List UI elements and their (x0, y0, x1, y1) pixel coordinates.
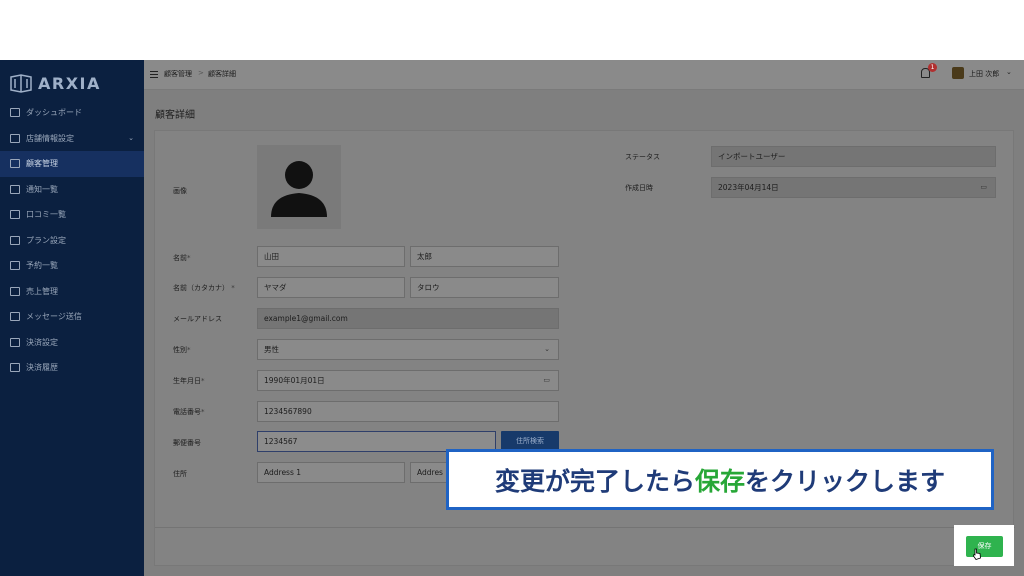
mail-icon (10, 312, 20, 322)
gender-select[interactable]: 男性 ⌄ (257, 339, 559, 360)
gender-label: 性別* (173, 346, 191, 354)
chevron-down-icon[interactable]: ⌄ (1006, 68, 1012, 76)
sidebar-item-5[interactable]: プラン設定 (0, 228, 144, 254)
first-name-kana-input[interactable]: タロウ (410, 277, 559, 298)
dashboard-icon (10, 108, 20, 118)
sidebar-nav: ダッシュボード 店舗情報設定 ⌄ 顧客管理通知一覧口コミ一覧プラン設定予約一覧売上管理… (0, 100, 144, 381)
address1-input[interactable]: Address 1 (257, 462, 405, 483)
review-icon (10, 210, 20, 220)
address-label: 住所 (173, 470, 187, 478)
profile-photo[interactable] (257, 145, 341, 229)
name-label: 名前* (173, 254, 191, 262)
birthdate-input[interactable]: 1990年01月01日 ▭ (257, 370, 559, 391)
calendar-icon: ▭ (980, 183, 987, 191)
sidebar-item-label: 売上管理 (26, 286, 58, 296)
zip-label: 郵便番号 (173, 439, 201, 447)
person-icon (271, 161, 327, 217)
created-label: 作成日時 (625, 184, 653, 192)
users-icon (10, 159, 20, 169)
image-label: 画像 (173, 187, 187, 195)
breadcrumb-item-detail: 顧客詳細 (208, 70, 236, 78)
sidebar-item-label: 店舗情報設定 (26, 133, 74, 143)
sidebar-item-label: 決済履歴 (26, 363, 58, 373)
kana-label: 名前（カタカナ） * (173, 284, 235, 292)
sidebar-item-8[interactable]: メッセージ送信 (0, 304, 144, 330)
sidebar-item-label: 通知一覧 (26, 184, 58, 194)
callout-text-before: 変更が完了したら (494, 466, 695, 496)
history-icon (10, 363, 20, 373)
sidebar-item-9[interactable]: 決済設定 (0, 330, 144, 356)
sidebar-item-label: 決済設定 (26, 337, 58, 347)
calendar-icon (10, 261, 20, 271)
sidebar-item-2[interactable]: 顧客管理 (0, 151, 144, 177)
plan-icon (10, 235, 20, 245)
sidebar-item-6[interactable]: 予約一覧 (0, 253, 144, 279)
sidebar: ARXIA ダッシュボード 店舗情報設定 ⌄ 顧客管理通知一覧口コミ一覧プラン設定予約… (0, 60, 144, 576)
menu-toggle-icon[interactable] (150, 71, 158, 78)
callout-text-after: をクリックします (745, 466, 946, 496)
chevron-down-icon[interactable]: ⌄ (128, 134, 134, 142)
email-field: example1@gmail.com (257, 308, 559, 329)
chevron-down-icon: ⌄ (544, 345, 550, 353)
sidebar-item-1[interactable]: 店舗情報設定 ⌄ (0, 126, 144, 152)
phone-label: 電話番号* (173, 408, 205, 416)
hand-cursor-icon (973, 548, 981, 560)
first-name-input[interactable]: 太郎 (410, 246, 559, 267)
sidebar-item-label: ダッシュボード (26, 108, 82, 118)
notification-badge: 1 (928, 63, 937, 72)
brand-logo[interactable]: ARXIA (10, 68, 101, 98)
email-label: メールアドレス (173, 315, 222, 323)
gender-value: 男性 (264, 345, 279, 354)
sidebar-item-label: 顧客管理 (26, 159, 58, 169)
card-icon (10, 337, 20, 347)
breadcrumb-item-customers[interactable]: 顧客管理 (164, 69, 192, 79)
avatar[interactable] (952, 67, 964, 79)
divider (155, 527, 1015, 528)
status-label: ステータス (625, 153, 660, 161)
phone-input[interactable]: 1234567890 (257, 401, 559, 422)
created-value: 2023年04月14日 (718, 183, 779, 192)
status-field: インポートユーザー (711, 146, 996, 167)
sidebar-item-4[interactable]: 口コミ一覧 (0, 202, 144, 228)
instruction-callout: 変更が完了したら 保存 をクリックします (446, 449, 994, 510)
sidebar-item-label: 予約一覧 (26, 261, 58, 271)
sidebar-item-10[interactable]: 決済履歴 (0, 355, 144, 381)
topbar: 顧客管理 > 顧客詳細 1 上田 次郎 ⌄ (144, 60, 1024, 90)
callout-highlight: 保存 (694, 466, 745, 496)
last-name-input[interactable]: 山田 (257, 246, 405, 267)
breadcrumb-separator: > (198, 69, 204, 77)
money-icon (10, 286, 20, 296)
sidebar-item-0[interactable]: ダッシュボード (0, 100, 144, 126)
user-name[interactable]: 上田 次郎 (969, 69, 999, 79)
brand-name: ARXIA (38, 73, 101, 93)
notification-icon (10, 184, 20, 194)
page-title: 顧客詳細 (155, 110, 195, 121)
last-name-kana-input[interactable]: ヤマダ (257, 277, 405, 298)
sidebar-item-label: プラン設定 (26, 235, 66, 245)
store-icon (10, 133, 20, 143)
birthdate-label: 生年月日* (173, 377, 205, 385)
sidebar-item-label: 口コミ一覧 (26, 210, 66, 220)
sidebar-item-7[interactable]: 売上管理 (0, 279, 144, 305)
calendar-icon[interactable]: ▭ (543, 371, 550, 390)
sidebar-item-label: メッセージ送信 (26, 312, 82, 322)
created-field: 2023年04月14日 ▭ (711, 177, 996, 198)
birthdate-value: 1990年01月01日 (264, 376, 325, 385)
sidebar-item-3[interactable]: 通知一覧 (0, 177, 144, 203)
logo-icon (10, 74, 32, 93)
